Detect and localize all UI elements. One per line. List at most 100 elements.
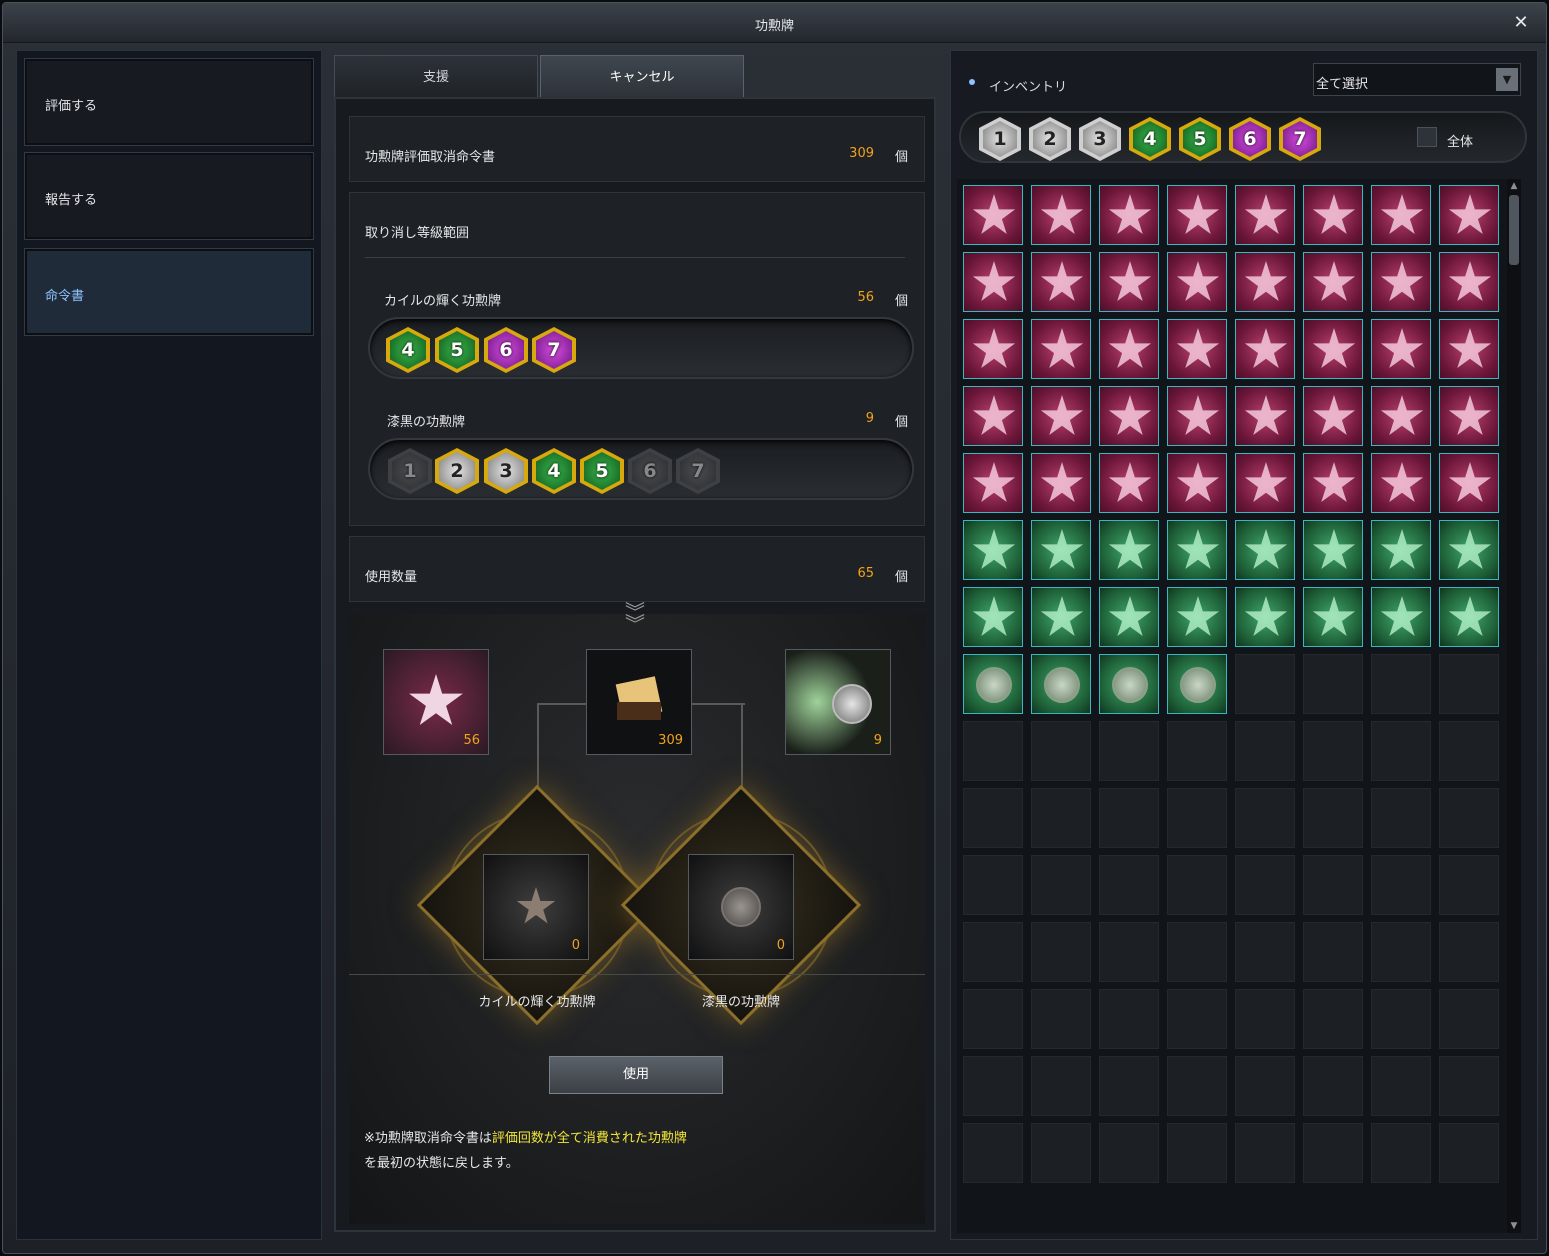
inventory-slot-empty[interactable] <box>963 922 1023 982</box>
inventory-slot-kail-medal[interactable] <box>963 520 1023 580</box>
inventory-slot-empty[interactable] <box>1031 989 1091 1049</box>
inventory-slot-empty[interactable] <box>1371 654 1431 714</box>
inventory-slot-empty[interactable] <box>1371 989 1431 1049</box>
inventory-slot-empty[interactable] <box>1439 922 1499 982</box>
inventory-slot-empty[interactable] <box>1303 654 1363 714</box>
inventory-slot-empty[interactable] <box>1303 855 1363 915</box>
inventory-slot-empty[interactable] <box>1031 1123 1091 1183</box>
scroll-down-icon[interactable]: ▼ <box>1507 1219 1521 1233</box>
inventory-slot-empty[interactable] <box>1439 855 1499 915</box>
use-button[interactable]: 使用 <box>549 1056 723 1094</box>
inventory-slot-empty[interactable] <box>963 1056 1023 1116</box>
inventory-slot-empty[interactable] <box>1167 1056 1227 1116</box>
inventory-slot-kail-medal[interactable] <box>1167 453 1227 513</box>
inventory-slot-empty[interactable] <box>1439 989 1499 1049</box>
inventory-slot-black-medal[interactable] <box>1031 654 1091 714</box>
inventory-slot-empty[interactable] <box>1099 721 1159 781</box>
inventory-slot-empty[interactable] <box>1303 721 1363 781</box>
inventory-slot-empty[interactable] <box>1167 721 1227 781</box>
inventory-slot-kail-medal[interactable] <box>1099 520 1159 580</box>
inventory-slot-kail-medal[interactable] <box>1303 252 1363 312</box>
inventory-slot-empty[interactable] <box>1439 1056 1499 1116</box>
kail-grade-4[interactable]: 4 <box>386 327 430 373</box>
slot-black-medal[interactable]: 9 <box>785 649 891 755</box>
inventory-slot-empty[interactable] <box>963 721 1023 781</box>
inventory-slot-kail-medal[interactable] <box>1303 319 1363 379</box>
tab-support[interactable]: 支援 <box>334 55 538 98</box>
inventory-slot-kail-medal[interactable] <box>1031 587 1091 647</box>
inventory-slot-kail-medal[interactable] <box>1439 319 1499 379</box>
inventory-slot-empty[interactable] <box>1439 721 1499 781</box>
inventory-slot-empty[interactable] <box>1439 788 1499 848</box>
inventory-slot-empty[interactable] <box>963 989 1023 1049</box>
inventory-slot-kail-medal[interactable] <box>1439 520 1499 580</box>
inventory-slot-empty[interactable] <box>1099 1056 1159 1116</box>
inventory-slot-kail-medal[interactable] <box>1167 587 1227 647</box>
inventory-slot-black-medal[interactable] <box>1099 654 1159 714</box>
inventory-slot-empty[interactable] <box>1371 721 1431 781</box>
inventory-slot-empty[interactable] <box>1371 922 1431 982</box>
inventory-slot-kail-medal[interactable] <box>1099 185 1159 245</box>
inventory-slot-kail-medal[interactable] <box>1439 252 1499 312</box>
inventory-slot-kail-medal[interactable] <box>963 319 1023 379</box>
inventory-slot-kail-medal[interactable] <box>963 587 1023 647</box>
inventory-slot-empty[interactable] <box>1303 989 1363 1049</box>
chevron-down-icon[interactable]: ▼ <box>1496 68 1518 91</box>
inventory-slot-empty[interactable] <box>1099 989 1159 1049</box>
black-grade-6[interactable]: 6 <box>628 448 672 494</box>
filter-grade-2[interactable]: 2 <box>1029 117 1071 161</box>
inventory-slot-kail-medal[interactable] <box>1031 252 1091 312</box>
inventory-slot-black-medal[interactable] <box>1167 654 1227 714</box>
inventory-slot-empty[interactable] <box>1371 1123 1431 1183</box>
inventory-slot-empty[interactable] <box>1235 1123 1295 1183</box>
inventory-slot-kail-medal[interactable] <box>1099 252 1159 312</box>
inventory-slot-kail-medal[interactable] <box>1235 185 1295 245</box>
inventory-slot-empty[interactable] <box>1099 788 1159 848</box>
inventory-slot-empty[interactable] <box>1167 989 1227 1049</box>
inventory-slot-kail-medal[interactable] <box>1235 319 1295 379</box>
inventory-slot-kail-medal[interactable] <box>1099 386 1159 446</box>
close-icon[interactable]: ✕ <box>1510 12 1532 34</box>
inventory-slot-empty[interactable] <box>1031 922 1091 982</box>
kail-grade-6[interactable]: 6 <box>484 327 528 373</box>
select-dropdown[interactable]: 全て選択 ▼ <box>1313 63 1521 96</box>
inventory-slot-kail-medal[interactable] <box>963 185 1023 245</box>
inventory-slot-kail-medal[interactable] <box>1031 386 1091 446</box>
inventory-slot-empty[interactable] <box>1371 855 1431 915</box>
inventory-slot-kail-medal[interactable] <box>1099 587 1159 647</box>
tab-cancel[interactable]: キャンセル <box>540 55 744 98</box>
result-black-slot[interactable]: 0 <box>688 854 794 960</box>
inventory-slot-empty[interactable] <box>1439 654 1499 714</box>
inventory-slot-kail-medal[interactable] <box>1303 386 1363 446</box>
slot-kail-medal[interactable]: 56 <box>383 649 489 755</box>
inventory-slot-empty[interactable] <box>963 1123 1023 1183</box>
inventory-slot-empty[interactable] <box>1235 721 1295 781</box>
inventory-slot-empty[interactable] <box>1235 788 1295 848</box>
inventory-slot-kail-medal[interactable] <box>1439 386 1499 446</box>
inventory-slot-empty[interactable] <box>1371 788 1431 848</box>
scroll-thumb[interactable] <box>1509 195 1519 265</box>
inventory-slot-kail-medal[interactable] <box>1303 520 1363 580</box>
inventory-slot-kail-medal[interactable] <box>1303 587 1363 647</box>
filter-grade-6[interactable]: 6 <box>1229 117 1271 161</box>
inventory-slot-kail-medal[interactable] <box>1235 386 1295 446</box>
filter-grade-5[interactable]: 5 <box>1179 117 1221 161</box>
inventory-slot-black-medal[interactable] <box>963 654 1023 714</box>
inventory-slot-kail-medal[interactable] <box>1371 587 1431 647</box>
inventory-slot-kail-medal[interactable] <box>1371 520 1431 580</box>
nav-report[interactable]: 報告する <box>24 152 314 240</box>
inventory-slot-kail-medal[interactable] <box>1235 252 1295 312</box>
black-grade-5[interactable]: 5 <box>580 448 624 494</box>
inventory-slot-kail-medal[interactable] <box>1371 386 1431 446</box>
black-grade-3[interactable]: 3 <box>484 448 528 494</box>
kail-grade-7[interactable]: 7 <box>532 327 576 373</box>
inventory-slot-empty[interactable] <box>1031 855 1091 915</box>
inventory-slot-empty[interactable] <box>1303 922 1363 982</box>
inventory-slot-kail-medal[interactable] <box>1439 185 1499 245</box>
inventory-slot-kail-medal[interactable] <box>1235 520 1295 580</box>
filter-grade-4[interactable]: 4 <box>1129 117 1171 161</box>
filter-grade-3[interactable]: 3 <box>1079 117 1121 161</box>
inventory-slot-kail-medal[interactable] <box>1371 252 1431 312</box>
scroll-up-icon[interactable]: ▲ <box>1507 179 1521 193</box>
black-grade-4[interactable]: 4 <box>532 448 576 494</box>
